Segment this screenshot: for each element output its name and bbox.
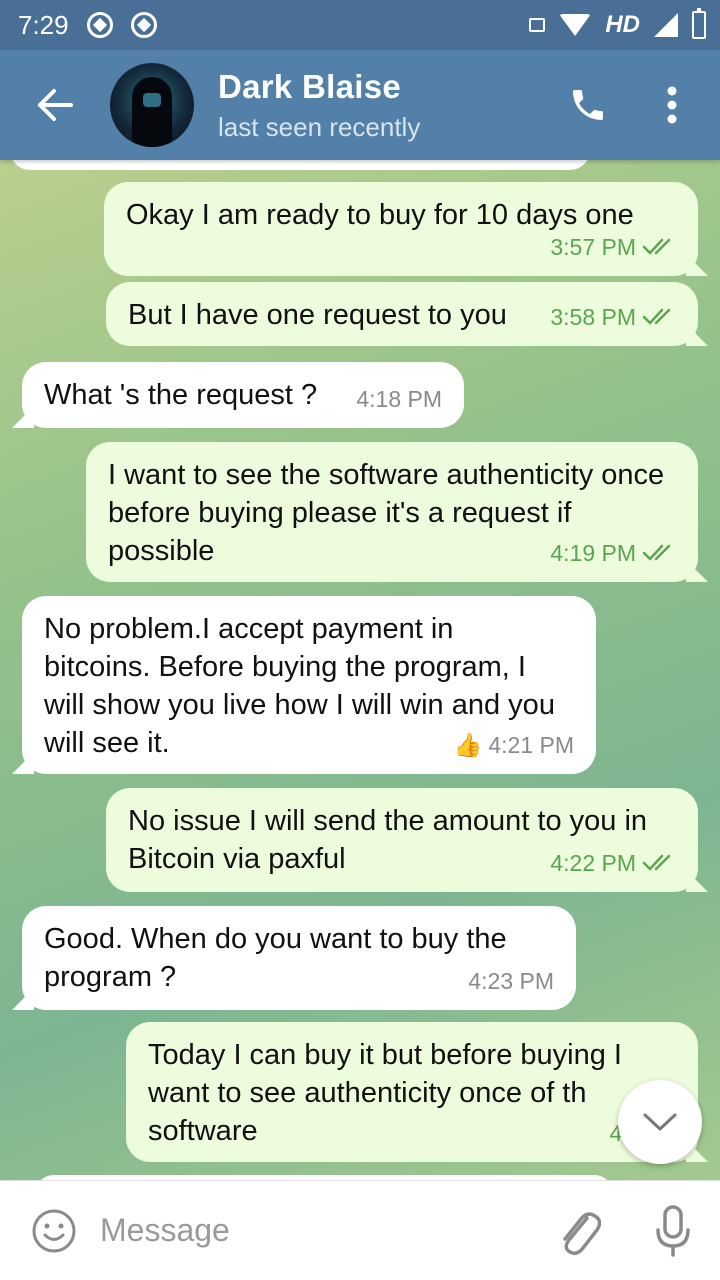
status-bar: 7:29 HD: [0, 0, 720, 50]
double-check-icon: [642, 544, 671, 561]
contact-status: last seen recently: [218, 111, 421, 142]
smiley-icon: [32, 1209, 76, 1252]
double-check-icon: [642, 238, 671, 255]
message-input[interactable]: [100, 1212, 530, 1249]
message-text: Today I can buy it but before buying I w…: [148, 1039, 622, 1147]
message-incoming[interactable]: What 's the request ? 4:18 PM: [22, 362, 464, 428]
voice-record-button[interactable]: [648, 1201, 698, 1261]
message-time: 4:22 PM: [550, 850, 636, 876]
avatar[interactable]: [110, 63, 194, 147]
status-time: 7:29: [18, 9, 69, 40]
more-vertical-icon: [667, 86, 677, 124]
message-text: Okay I am ready to buy for 10 days one: [126, 199, 634, 231]
double-check-icon: [642, 854, 671, 871]
cast-icon: [529, 18, 546, 32]
scroll-to-bottom-button[interactable]: [618, 1080, 702, 1164]
back-arrow-icon: [38, 89, 73, 121]
attach-button[interactable]: [554, 1201, 604, 1261]
message-text: Good. When do you want to buy the progra…: [44, 923, 507, 993]
message-outgoing[interactable]: Today I can buy it but before buying I w…: [126, 1022, 698, 1162]
wifi-icon: [559, 14, 592, 36]
chat-header: Dark Blaise last seen recently: [0, 50, 720, 160]
microphone-icon: [656, 1204, 690, 1257]
message-incoming[interactable]: No problem.I accept payment in bitcoins.…: [22, 596, 596, 774]
message-composer: [0, 1180, 720, 1280]
network-type: HD: [605, 11, 640, 38]
message-outgoing[interactable]: No issue I will send the amount to you i…: [106, 788, 698, 892]
chevron-down-icon: [643, 1113, 677, 1131]
message-incoming[interactable]: Good. When do you want to buy the progra…: [22, 906, 576, 1010]
aperture-icon: [130, 12, 157, 38]
phone-icon: [573, 90, 603, 120]
message-time: 3:58 PM: [550, 304, 636, 330]
message-time: 4:23 PM: [468, 968, 554, 994]
reaction-thumbs-up-icon[interactable]: 👍: [454, 726, 483, 764]
aperture-icon: [86, 12, 113, 38]
signal-icon: [654, 13, 678, 37]
message-outgoing[interactable]: But I have one request to you 3:58 PM: [106, 282, 698, 346]
back-button[interactable]: [0, 50, 110, 160]
partial-message: [10, 160, 590, 170]
message-time: 4:21 PM: [488, 732, 574, 758]
emoji-button[interactable]: [30, 1207, 78, 1255]
avatar-face: [143, 93, 161, 107]
message-text: What 's the request ?: [44, 379, 318, 411]
paperclip-icon: [563, 1211, 601, 1255]
message-time: 4:18 PM: [356, 386, 442, 412]
contact-name: Dark Blaise: [218, 67, 402, 105]
message-outgoing[interactable]: Okay I am ready to buy for 10 days one 3…: [104, 182, 698, 276]
call-button[interactable]: [558, 75, 618, 135]
avatar-hood: [132, 77, 172, 147]
message-text: But I have one request to you: [128, 299, 507, 331]
contact-info[interactable]: Dark Blaise last seen recently: [218, 68, 420, 143]
message-time: 3:57 PM: [550, 234, 636, 260]
message-list[interactable]: Okay I am ready to buy for 10 days one 3…: [0, 160, 720, 1180]
more-options-button[interactable]: [652, 75, 692, 135]
message-outgoing[interactable]: I want to see the software authenticity …: [86, 442, 698, 582]
double-check-icon: [642, 308, 671, 325]
message-time: 4:19 PM: [550, 540, 636, 566]
battery-icon: [692, 8, 706, 39]
